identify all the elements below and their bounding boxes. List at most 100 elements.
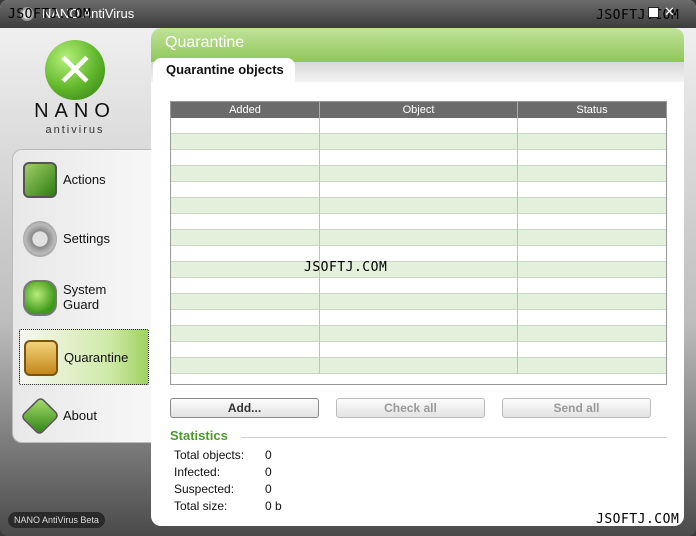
stat-value-total-objects: 0 [265, 448, 272, 462]
table-cell [518, 294, 666, 310]
sidebar-item-label: About [63, 408, 97, 423]
page-title: Quarantine [165, 34, 245, 51]
sidebar-item-label: Settings [63, 231, 110, 246]
table-row[interactable] [171, 278, 666, 294]
table-body [171, 118, 666, 374]
check-all-button[interactable]: Check all [336, 398, 485, 418]
table-cell [320, 342, 518, 358]
table-cell [320, 198, 518, 214]
stat-label-total-size: Total size: [174, 499, 228, 513]
stat-value-infected: 0 [265, 465, 272, 479]
table-cell [320, 326, 518, 342]
table-cell [518, 310, 666, 326]
table-row[interactable] [171, 230, 666, 246]
table-cell [171, 246, 320, 262]
sidebar: Actions Settings System Guard Quarantine… [12, 149, 152, 443]
logo-subtitle: antivirus [45, 124, 105, 136]
table-row[interactable] [171, 214, 666, 230]
sidebar-item-quarantine[interactable]: Quarantine [19, 329, 149, 385]
column-header-status[interactable]: Status [518, 102, 666, 118]
gear-icon [23, 221, 57, 257]
table-cell [518, 166, 666, 182]
stat-value-suspected: 0 [265, 482, 272, 496]
stat-label-total-objects: Total objects: [174, 448, 245, 462]
table-cell [320, 182, 518, 198]
table-cell [320, 214, 518, 230]
column-header-object[interactable]: Object [320, 102, 518, 118]
info-icon [20, 396, 60, 436]
table-cell [171, 310, 320, 326]
stat-label-infected: Infected: [174, 465, 221, 479]
logo-name: NANO [34, 100, 116, 122]
table-row[interactable] [171, 166, 666, 182]
tab-quarantine-objects[interactable]: Quarantine objects [153, 58, 295, 84]
quarantine-table[interactable]: Added Object Status JSOFTJ.COM [170, 101, 667, 385]
table-cell [320, 278, 518, 294]
shield-icon [23, 280, 57, 316]
table-cell [171, 182, 320, 198]
watermark-bottom-right: JSOFTJ.COM [596, 512, 680, 526]
sidebar-item-system-guard[interactable]: System Guard [19, 270, 149, 326]
stat-label-suspected: Suspected: [174, 482, 235, 496]
table-cell [171, 150, 320, 166]
table-row[interactable] [171, 246, 666, 262]
table-cell [171, 278, 320, 294]
table-cell [171, 166, 320, 182]
table-row[interactable] [171, 310, 666, 326]
sidebar-item-label: Actions [63, 172, 106, 187]
watermark-center: JSOFTJ.COM [304, 260, 388, 275]
table-cell [320, 118, 518, 134]
table-cell [518, 118, 666, 134]
sidebar-item-actions[interactable]: Actions [19, 152, 149, 208]
table-row[interactable] [171, 326, 666, 342]
title-bar[interactable]: NANO AntiVirus JSOFTJ.COM JSOFTJ.COM ✕ [0, 0, 696, 28]
table-row[interactable] [171, 294, 666, 310]
statistics-title: Statistics [170, 428, 228, 443]
table-row[interactable] [171, 150, 666, 166]
table-cell [518, 358, 666, 374]
table-row[interactable] [171, 262, 666, 278]
table-cell [518, 214, 666, 230]
table-header: Added Object Status [171, 102, 666, 118]
table-cell [320, 358, 518, 374]
table-cell [171, 294, 320, 310]
table-cell [171, 262, 320, 278]
table-row[interactable] [171, 182, 666, 198]
table-cell [171, 342, 320, 358]
add-button[interactable]: Add... [170, 398, 319, 418]
main-panel: Quarantine Quarantine objects Added Obje… [151, 28, 684, 526]
logo-x-icon: ✕ [55, 43, 95, 97]
panel-header: Quarantine [151, 28, 684, 62]
column-header-added[interactable]: Added [171, 102, 320, 118]
actions-icon [23, 162, 57, 198]
table-cell [518, 134, 666, 150]
table-cell [320, 310, 518, 326]
table-cell [518, 342, 666, 358]
table-cell [320, 150, 518, 166]
minimize-button[interactable] [648, 7, 659, 18]
table-row[interactable] [171, 358, 666, 374]
sidebar-item-about[interactable]: About [19, 388, 149, 444]
table-row[interactable] [171, 118, 666, 134]
table-cell [171, 118, 320, 134]
table-cell [518, 246, 666, 262]
statistics-divider [241, 437, 667, 438]
table-cell [518, 326, 666, 342]
sidebar-item-settings[interactable]: Settings [19, 211, 149, 267]
close-button[interactable]: ✕ [664, 6, 675, 19]
table-row[interactable] [171, 198, 666, 214]
table-cell [320, 230, 518, 246]
sidebar-item-label: System Guard [63, 282, 107, 312]
table-row[interactable] [171, 342, 666, 358]
table-cell [518, 262, 666, 278]
table-cell [171, 326, 320, 342]
table-cell [518, 278, 666, 294]
table-cell [171, 358, 320, 374]
send-all-button[interactable]: Send all [502, 398, 651, 418]
table-cell [171, 230, 320, 246]
table-cell [320, 294, 518, 310]
sidebar-item-label: Quarantine [64, 350, 129, 365]
table-row[interactable] [171, 134, 666, 150]
table-cell [320, 166, 518, 182]
table-cell [518, 230, 666, 246]
